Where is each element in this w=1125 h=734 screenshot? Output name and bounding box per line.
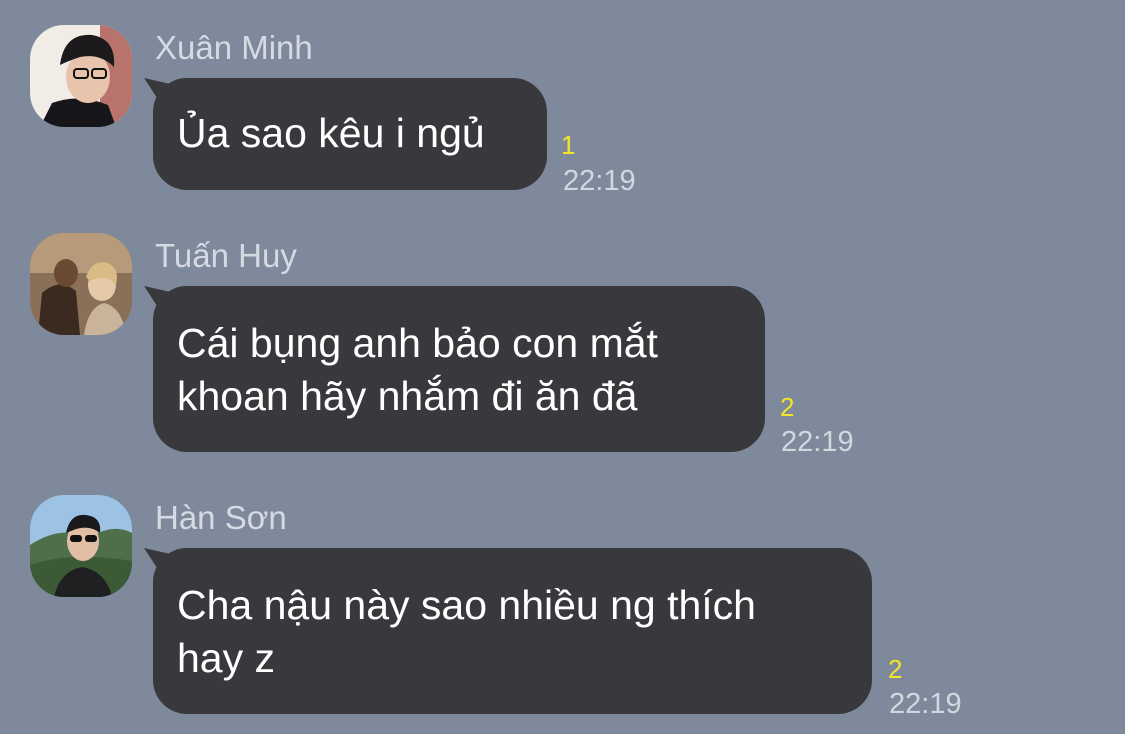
read-count: 2	[780, 392, 795, 422]
message-bubble[interactable]: Ủa sao kêu i ngủ	[153, 78, 547, 190]
sender-name: Hàn Sơn	[155, 499, 287, 536]
chat-screen: { "messages": [ { "sender": "Xuân Minh",…	[0, 0, 1125, 734]
message-bubble[interactable]: Cha nậu này sao nhiều ng thích hay z	[153, 548, 872, 714]
avatar-tuan-huy[interactable]	[30, 233, 132, 335]
sender-name: Tuấn Huy	[155, 237, 297, 274]
read-count: 2	[888, 654, 903, 684]
avatar-xuan-minh[interactable]	[30, 25, 132, 127]
sender-name: Xuân Minh	[155, 29, 313, 66]
message-text: Cái bụng anh bảo con mắt khoan hãy nhắm …	[177, 320, 658, 419]
read-count: 1	[561, 130, 576, 160]
message-text: Cha nậu này sao nhiều ng thích hay z	[177, 582, 756, 681]
message-time: 22:19	[889, 688, 962, 720]
avatar-photo	[30, 495, 132, 597]
message-time: 22:19	[781, 426, 854, 458]
message-time: 22:19	[563, 165, 636, 197]
avatar-photo	[30, 25, 132, 127]
message-bubble[interactable]: Cái bụng anh bảo con mắt khoan hãy nhắm …	[153, 286, 765, 452]
avatar-photo	[30, 233, 132, 335]
message-text: Ủa sao kêu i ngủ	[177, 110, 485, 156]
avatar-han-son[interactable]	[30, 495, 132, 597]
